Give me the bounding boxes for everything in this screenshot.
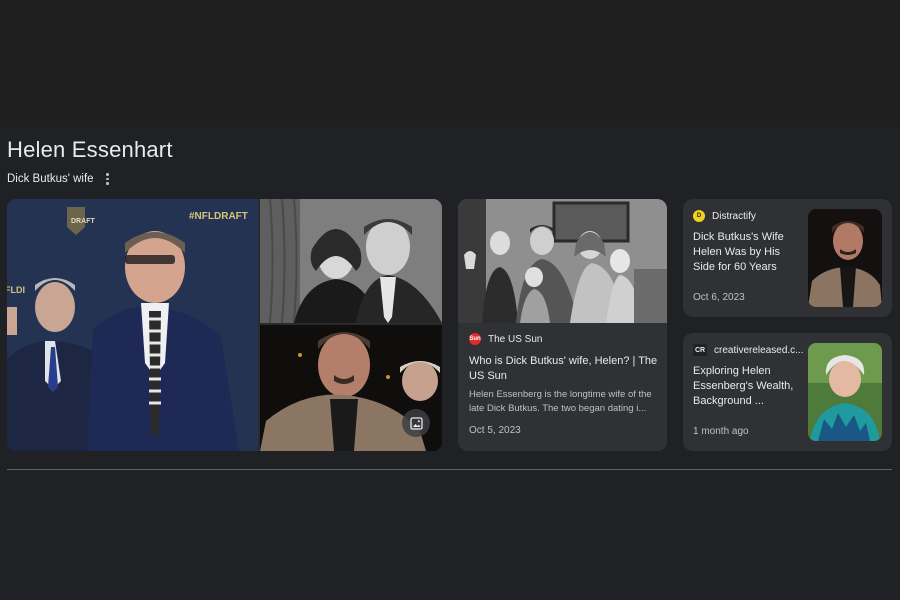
article-date: 1 month ago: [693, 426, 749, 437]
top-band: [0, 0, 900, 127]
us-sun-favicon-icon: Sun: [469, 333, 481, 345]
subtitle-row: Dick Butkus' wife: [7, 172, 173, 186]
entity-subtitle: Dick Butkus' wife: [7, 173, 94, 185]
article-thumbnail[interactable]: [808, 343, 882, 441]
article-body: D Distractify Dick Butkus's Wife Helen W…: [693, 210, 803, 275]
article-card-distractify[interactable]: D Distractify Dick Butkus's Wife Helen W…: [683, 199, 892, 317]
article-thumbnail[interactable]: [458, 199, 667, 323]
article-title[interactable]: Who is Dick Butkus' wife, Helen? | The U…: [469, 354, 659, 384]
collage-photo-draft[interactable]: DRAFT #NFLDRAFT FLDI: [7, 199, 258, 451]
article-date: Oct 5, 2023: [469, 425, 521, 436]
more-options-icon[interactable]: [102, 172, 114, 186]
cr-favicon-icon: CR: [693, 344, 707, 356]
image-collage[interactable]: DRAFT #NFLDRAFT FLDI: [7, 199, 442, 451]
article-date: Oct 6, 2023: [693, 292, 745, 303]
section-divider: [7, 469, 892, 470]
article-card-us-sun[interactable]: Sun The US Sun Who is Dick Butkus' wife,…: [458, 199, 667, 451]
article-snippet: Helen Essenberg is the longtime wife of …: [469, 389, 652, 414]
source-name: Distractify: [712, 210, 756, 222]
source-row: Sun The US Sun: [469, 333, 659, 345]
article-thumbnail[interactable]: [808, 209, 882, 307]
partial-text: FLDI: [7, 285, 25, 295]
collage-photo-portrait[interactable]: [260, 325, 442, 451]
image-search-button[interactable]: [402, 409, 430, 437]
source-name: The US Sun: [488, 333, 543, 345]
draft-badge-text: DRAFT: [71, 218, 95, 225]
article-title[interactable]: Exploring Helen Essenberg's Wealth, Back…: [693, 364, 803, 409]
entity-title: Helen Essenhart: [7, 137, 173, 162]
article-title[interactable]: Dick Butkus's Wife Helen Was by His Side…: [693, 230, 803, 275]
image-icon: [409, 416, 423, 430]
source-name: creativereleased.c...: [714, 344, 804, 356]
source-row: D Distractify: [693, 210, 803, 222]
collage-photo-couple-bw[interactable]: [260, 199, 442, 323]
article-body: CR creativereleased.c... Exploring Helen…: [693, 344, 804, 409]
article-card-creativereleased[interactable]: CR creativereleased.c... Exploring Helen…: [683, 333, 892, 451]
article-body: Sun The US Sun Who is Dick Butkus' wife,…: [469, 333, 659, 436]
distractify-favicon-icon: D: [693, 210, 705, 222]
source-row: CR creativereleased.c...: [693, 344, 804, 356]
nfldraft-text: #NFLDRAFT: [189, 211, 248, 222]
knowledge-header: Helen Essenhart Dick Butkus' wife: [7, 137, 173, 186]
